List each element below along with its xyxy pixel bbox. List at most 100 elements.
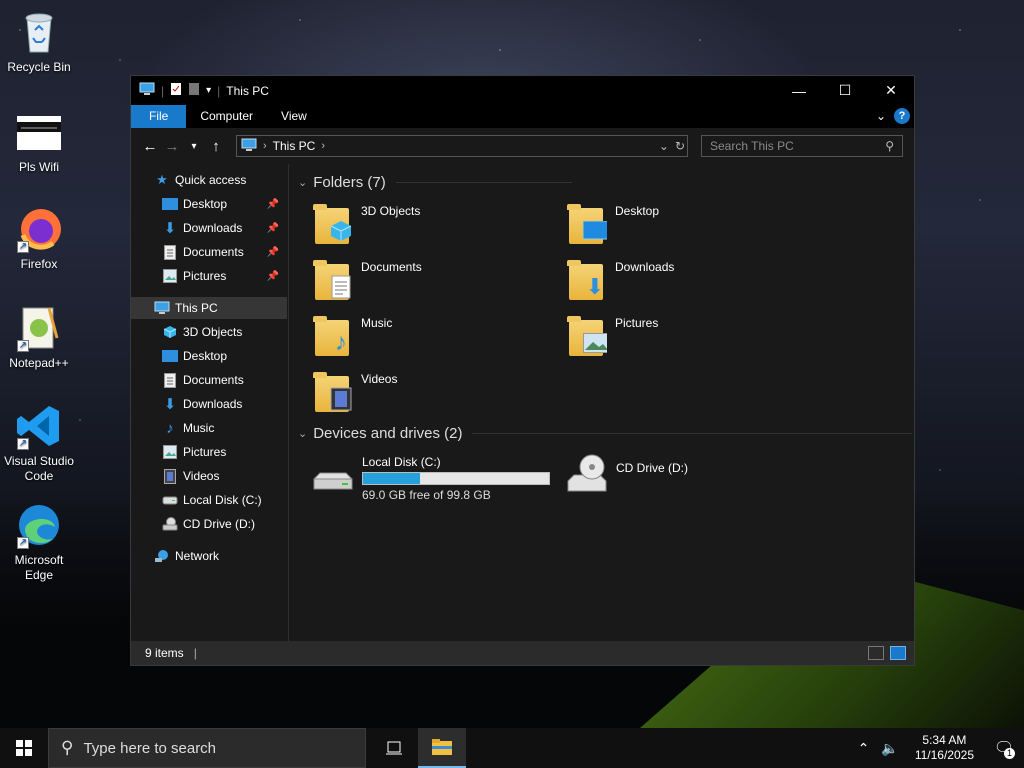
nav-pc-cd-drive[interactable]: CD Drive (D:)	[161, 513, 287, 535]
pin-icon[interactable]: 📌	[267, 247, 279, 258]
minimize-button[interactable]: —	[776, 76, 822, 105]
drive-local-disk[interactable]: Local Disk (C:) 69.0 GB free of 99.8 GB	[310, 453, 560, 505]
search-input[interactable]: Search This PC ⚲	[701, 135, 903, 157]
nav-quick-access[interactable]: ★ Quick access	[153, 169, 283, 191]
address-dropdown-icon[interactable]: ⌄	[659, 139, 669, 153]
group-header-devices[interactable]: ⌄ Devices and drives (2)	[298, 425, 913, 442]
nav-pc-pictures[interactable]: Pictures	[161, 441, 287, 463]
cd-drive-icon	[161, 516, 179, 532]
notification-center-button[interactable]: 🗨 1	[984, 728, 1024, 768]
title-bar[interactable]: | ▾ | This PC — ☐ ✕	[131, 76, 914, 105]
desktop-icon-firefox[interactable]: ↗ Firefox	[2, 205, 76, 272]
taskbar-search-input[interactable]: ⚲ Type here to search	[48, 728, 366, 768]
desktop-icon-vscode[interactable]: ↗ Visual Studio Code	[2, 402, 76, 484]
document-page-icon	[329, 275, 353, 299]
collapse-chevron-icon[interactable]: ⌄	[298, 427, 307, 440]
music-note-icon: ♪	[335, 329, 347, 356]
nav-this-pc[interactable]: This PC	[131, 297, 287, 319]
close-button[interactable]: ✕	[868, 76, 914, 105]
nav-pc-downloads[interactable]: ⬇ Downloads	[161, 393, 287, 415]
shortcut-arrow-icon: ↗	[17, 537, 29, 549]
hard-drive-icon	[310, 453, 356, 497]
notepadpp-icon: ↗	[15, 304, 63, 352]
desktop-folder-icon	[161, 196, 179, 212]
nav-network[interactable]: Network	[153, 545, 283, 567]
clock[interactable]: 5:34 AM 11/16/2025	[905, 733, 984, 763]
desktop-icon-notepadpp[interactable]: ↗ Notepad++	[2, 304, 76, 371]
volume-muted-icon[interactable]: 🔈	[875, 740, 904, 757]
system-tray: ⌃ 🔈 5:34 AM 11/16/2025 🗨 1	[852, 728, 1024, 768]
new-folder-icon[interactable]	[188, 82, 200, 99]
pin-icon[interactable]: 📌	[267, 271, 279, 282]
nav-pc-local-disk[interactable]: Local Disk (C:)	[161, 489, 287, 511]
nav-pc-3d-objects[interactable]: 3D Objects	[161, 321, 287, 343]
address-bar[interactable]: › This PC › ⌄ ↻	[236, 135, 688, 157]
taskbar-file-explorer[interactable]	[418, 728, 466, 768]
desktop-screen-icon	[583, 220, 607, 242]
show-hidden-icons-icon[interactable]: ⌃	[852, 740, 876, 757]
details-view-button[interactable]	[868, 646, 884, 660]
star-icon: ★	[156, 172, 168, 187]
task-view-button[interactable]	[370, 728, 418, 768]
folder-documents[interactable]: Documents	[313, 258, 555, 310]
desktop-icon-recycle-bin[interactable]: Recycle Bin	[2, 8, 76, 75]
desktop-icon-pls-wifi[interactable]: Pls Wifi	[2, 108, 76, 175]
folder-3d-objects[interactable]: 3D Objects	[313, 202, 555, 254]
recycle-bin-icon	[15, 8, 63, 56]
drive-cd[interactable]: CD Drive (D:)	[564, 453, 804, 505]
expand-ribbon-icon[interactable]: ⌄	[876, 109, 886, 123]
tab-computer[interactable]: Computer	[186, 105, 267, 128]
nav-pc-music[interactable]: ♪ Music	[161, 417, 287, 439]
pictures-icon	[161, 268, 179, 284]
film-icon	[161, 468, 179, 484]
properties-icon[interactable]	[170, 82, 182, 99]
collapse-chevron-icon[interactable]: ⌄	[298, 176, 307, 189]
folder-icon	[567, 202, 609, 246]
help-icon[interactable]: ?	[894, 108, 910, 124]
breadcrumb-this-pc[interactable]: This PC	[273, 139, 316, 153]
folder-pictures[interactable]: Pictures	[567, 314, 809, 366]
download-arrow-icon: ⬇	[163, 220, 177, 237]
folder-downloads[interactable]: ⬇ Downloads	[567, 258, 809, 310]
cd-drive-icon	[564, 453, 610, 497]
folder-music[interactable]: ♪ Music	[313, 314, 555, 366]
pin-icon[interactable]: 📌	[267, 223, 279, 234]
network-icon	[153, 548, 171, 564]
status-bar: 9 items |	[131, 641, 914, 665]
maximize-button[interactable]: ☐	[822, 76, 868, 105]
folder-icon: ⬇	[567, 258, 609, 302]
nav-qa-desktop[interactable]: Desktop 📌	[161, 193, 287, 215]
nav-qa-downloads[interactable]: ⬇ Downloads 📌	[161, 217, 287, 239]
folder-icon: ♪	[313, 314, 355, 358]
hard-drive-icon	[161, 492, 179, 508]
group-header-folders[interactable]: ⌄ Folders (7)	[298, 174, 572, 191]
desktop-icon-edge[interactable]: ↗ Microsoft Edge	[2, 501, 76, 583]
file-explorer-icon	[432, 739, 452, 755]
recent-locations-button[interactable]: ▾	[183, 141, 205, 152]
nav-pc-documents[interactable]: Documents	[161, 369, 287, 391]
customize-quick-access-icon[interactable]: ▾	[206, 85, 211, 96]
up-button[interactable]: ↑	[205, 138, 227, 155]
nav-pc-desktop[interactable]: Desktop	[161, 345, 287, 367]
folder-videos[interactable]: Videos	[313, 370, 555, 422]
tab-view[interactable]: View	[267, 105, 321, 128]
edge-icon: ↗	[15, 501, 63, 549]
folder-desktop[interactable]: Desktop	[567, 202, 809, 254]
large-icons-view-button[interactable]	[890, 646, 906, 660]
pin-icon[interactable]: 📌	[267, 199, 279, 210]
refresh-icon[interactable]: ↻	[675, 139, 685, 153]
breadcrumb-chevron-icon[interactable]: ›	[263, 140, 267, 152]
forward-button[interactable]: →	[161, 138, 183, 155]
tab-file[interactable]: File	[131, 105, 187, 128]
windows-logo-icon	[16, 740, 32, 756]
this-pc-icon	[153, 300, 171, 316]
start-button[interactable]	[0, 728, 48, 768]
back-button[interactable]: ←	[139, 138, 161, 155]
file-explorer-window: | ▾ | This PC — ☐ ✕ File Computer View ⌄…	[130, 75, 915, 666]
group-divider	[395, 182, 572, 183]
breadcrumb-chevron-icon[interactable]: ›	[321, 140, 325, 152]
nav-qa-pictures[interactable]: Pictures 📌	[161, 265, 287, 287]
nav-qa-documents[interactable]: Documents 📌	[161, 241, 287, 263]
music-note-icon: ♪	[166, 419, 174, 437]
nav-pc-videos[interactable]: Videos	[161, 465, 287, 487]
